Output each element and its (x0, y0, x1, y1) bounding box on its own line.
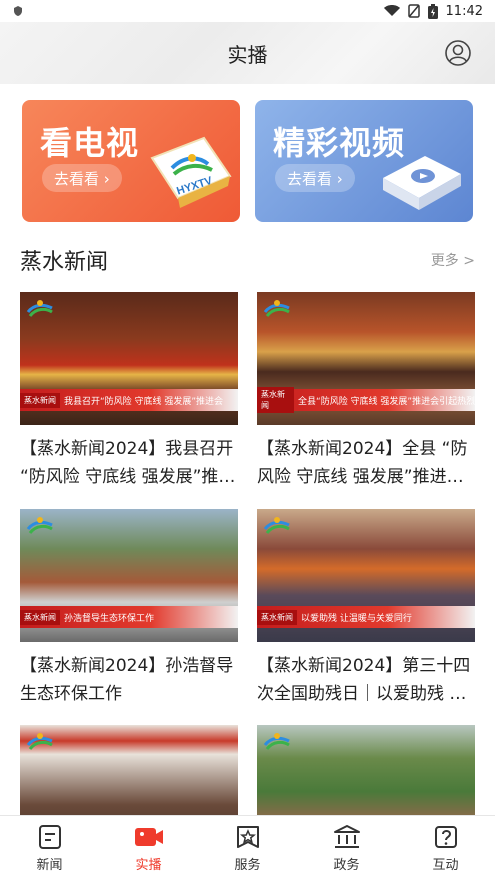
shield-icon (14, 6, 22, 16)
bottom-tab-bar: 新闻 实播 服务 政务 互动 (0, 815, 495, 880)
tab-news[interactable]: 新闻 (10, 824, 90, 873)
status-time: 11:42 (445, 3, 483, 19)
news-ticker: 蒸水新闻 孙浩督导生态环保工作 (20, 606, 238, 628)
tab-government[interactable]: 政务 (307, 824, 387, 873)
news-card[interactable]: 蒸水新闻 全县“防风险 守底线 强发展”推进会引起热烈反响 【蒸水新闻2024】… (257, 292, 475, 491)
tab-live[interactable]: 实播 (109, 824, 189, 873)
ticker-tag: 蒸水新闻 (20, 392, 60, 408)
news-ticker: 蒸水新闻 全县“防风险 守底线 强发展”推进会引起热烈反响 (257, 387, 475, 413)
news-caption: 【蒸水新闻2024】我县召开 “防风险 守底线 强发展”推进会 (20, 439, 236, 487)
station-logo-icon (26, 733, 53, 750)
news-thumbnail: 蒸水新闻 我县召开“防风险 守底线 强发展”推进会 (20, 292, 238, 425)
ticker-text: 全县“防风险 守底线 强发展”推进会引起热烈反响 (298, 396, 475, 407)
section-header: 蒸水新闻 更多 > (20, 244, 475, 276)
tab-label: 互动 (432, 857, 459, 873)
video-play-icon (383, 156, 461, 210)
ticker-tag: 蒸水新闻 (257, 609, 297, 625)
top-bar: 实播 (0, 22, 495, 84)
news-card[interactable]: 蒸水新闻 我县召开“防风险 守底线 强发展”推进会 【蒸水新闻2024】我县召开… (20, 292, 238, 491)
watch-tv-banner[interactable]: 看电视 去看看 › HYXTV (22, 100, 240, 222)
banner-go-button[interactable]: 去看看 › (42, 164, 122, 192)
news-card[interactable]: 蒸水新闻 以爱助残 让温暖与关爱同行 【蒸水新闻2024】第三十四次全国助残日｜… (257, 509, 475, 708)
news-caption: 【蒸水新闻2024】全县 “防风险 守底线 强发展”推进会引起热烈反响 (257, 439, 468, 487)
news-icon (38, 824, 61, 849)
tab-label: 政务 (333, 857, 360, 873)
tv-logo-icon: HYXTV (150, 136, 232, 208)
wifi-icon (383, 5, 400, 16)
ticker-tag: 蒸水新闻 (257, 387, 295, 413)
more-link[interactable]: 更多 > (431, 250, 475, 270)
news-thumbnail: 蒸水新闻 全县“防风险 守底线 强发展”推进会引起热烈反响 (257, 292, 475, 425)
banner-go-button[interactable]: 去看看 › (275, 164, 355, 192)
ticker-tag: 蒸水新闻 (20, 609, 60, 625)
tab-label: 新闻 (36, 857, 63, 873)
news-caption: 【蒸水新闻2024】孙浩督导生态环保工作 (20, 656, 234, 704)
page-title: 实播 (227, 42, 268, 67)
live-camera-icon (134, 827, 163, 846)
news-thumbnail: 蒸水新闻 孙浩督导生态环保工作 (20, 509, 238, 642)
ticker-text: 我县召开“防风险 守底线 强发展”推进会 (64, 396, 224, 407)
status-bar: 11:42 (0, 0, 495, 22)
station-logo-icon (263, 517, 290, 534)
tab-service[interactable]: 服务 (208, 824, 288, 873)
service-star-icon (236, 825, 259, 848)
tab-label: 服务 (234, 857, 261, 873)
news-thumbnail: 蒸水新闻 以爱助残 让温暖与关爱同行 (257, 509, 475, 642)
tab-interaction[interactable]: 互动 (406, 824, 486, 873)
banner-title: 看电视 (40, 124, 140, 162)
government-building-icon (333, 824, 360, 848)
tab-label: 实播 (135, 857, 162, 873)
station-logo-icon (263, 733, 290, 750)
station-logo-icon (26, 300, 53, 317)
station-logo-icon (263, 300, 290, 317)
news-card[interactable]: 蒸水新闻 孙浩督导生态环保工作 【蒸水新闻2024】孙浩督导生态环保工作 (20, 509, 238, 708)
ticker-text: 孙浩督导生态环保工作 (64, 613, 155, 624)
news-ticker: 蒸水新闻 我县召开“防风险 守底线 强发展”推进会 (20, 389, 238, 411)
no-sim-icon (407, 4, 420, 18)
section-title: 蒸水新闻 (20, 250, 109, 275)
station-logo-icon (26, 517, 53, 534)
user-profile-icon[interactable] (445, 40, 471, 66)
featured-video-banner[interactable]: 精彩视频 去看看 › (255, 100, 473, 222)
question-icon (434, 825, 457, 848)
news-ticker: 蒸水新闻 以爱助残 让温暖与关爱同行 (257, 606, 475, 628)
news-caption: 【蒸水新闻2024】第三十四次全国助残日｜以爱助残 让温暖与关爱同行 (257, 656, 471, 704)
battery-icon (427, 3, 438, 19)
ticker-text: 以爱助残 让温暖与关爱同行 (301, 613, 412, 624)
